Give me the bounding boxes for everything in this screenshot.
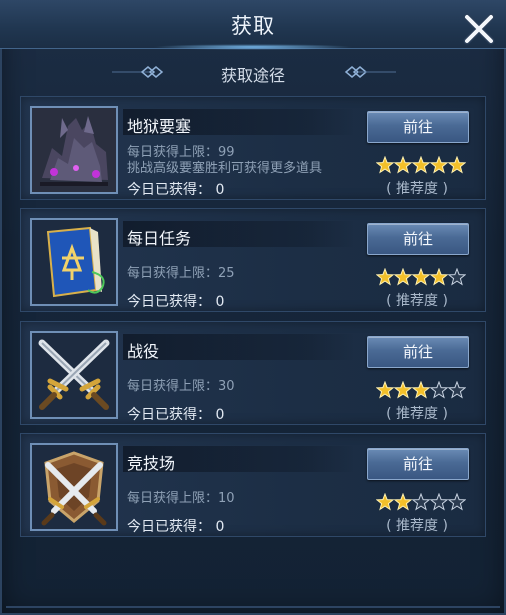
quest-book-icon [30, 218, 118, 306]
go-button[interactable]: 前往 [367, 448, 469, 480]
source-description: 挑战高级要塞胜利可获得更多道具 [127, 161, 323, 176]
star-filled-icon [376, 493, 395, 511]
go-button[interactable]: 前往 [367, 336, 469, 368]
star-filled-icon [393, 268, 413, 286]
star-filled-icon [376, 381, 395, 399]
daily-limit: 每日获得上限：30 [127, 379, 235, 394]
star-empty-icon [447, 268, 466, 286]
star-filled-icon [393, 156, 413, 174]
source-card-campaign: 战役 每日获得上限：30 今日已获得： 0 前往 ( 推荐度 ) [20, 321, 486, 425]
star-empty-icon [429, 493, 449, 511]
go-button[interactable]: 前往 [367, 223, 469, 255]
source-name: 地狱要塞 [127, 117, 192, 136]
star-filled-icon [393, 381, 413, 399]
source-name: 竞技场 [127, 454, 176, 473]
crossed-swords-icon [30, 331, 118, 419]
rating-stars [376, 156, 466, 174]
star-empty-icon [411, 493, 431, 511]
rating-stars [376, 268, 466, 286]
star-empty-icon [429, 381, 449, 399]
bottom-divider [6, 606, 500, 608]
source-card-arena: 竞技场 每日获得上限：10 今日已获得： 0 前往 ( 推荐度 ) [20, 433, 486, 537]
star-filled-icon [429, 156, 449, 174]
daily-limit: 每日获得上限：10 [127, 491, 235, 506]
star-filled-icon [376, 156, 395, 174]
close-icon[interactable] [462, 12, 496, 46]
hell-fortress-icon [30, 106, 118, 194]
arena-shield-icon [30, 443, 118, 531]
recommend-label: ( 推荐度 ) [386, 406, 448, 422]
title-glow [153, 44, 353, 50]
recommend-label: ( 推荐度 ) [386, 181, 448, 197]
dialog-title: 获取 [231, 14, 275, 38]
star-empty-icon [447, 493, 466, 511]
star-filled-icon [411, 156, 431, 174]
star-filled-icon [376, 268, 395, 286]
star-empty-icon [447, 381, 466, 399]
star-filled-icon [429, 268, 449, 286]
rating-stars [376, 381, 466, 399]
go-button[interactable]: 前往 [367, 111, 469, 143]
source-card-hell-fortress: 地狱要塞 每日获得上限：99 挑战高级要塞胜利可获得更多道具 今日已获得： 0 … [20, 96, 486, 200]
section-subtitle: 获取途径 [220, 66, 285, 85]
recommend-label: ( 推荐度 ) [386, 293, 448, 309]
star-filled-icon [393, 493, 413, 511]
daily-limit: 每日获得上限：25 [127, 266, 235, 281]
star-filled-icon [411, 268, 431, 286]
star-filled-icon [447, 156, 466, 174]
source-card-daily-quest: 每日任务 每日获得上限：25 今日已获得： 0 前往 ( 推荐度 ) [20, 208, 486, 312]
recommend-label: ( 推荐度 ) [386, 518, 448, 534]
star-filled-icon [411, 381, 431, 399]
source-name: 每日任务 [127, 229, 192, 248]
rating-stars [376, 493, 466, 511]
source-name: 战役 [127, 342, 160, 361]
today-obtained: 今日已获得： 0 [127, 519, 225, 535]
today-obtained: 今日已获得： 0 [127, 407, 225, 423]
today-obtained: 今日已获得： 0 [127, 182, 225, 198]
divider-ornament-right-icon [344, 66, 396, 78]
today-obtained: 今日已获得： 0 [127, 294, 225, 310]
